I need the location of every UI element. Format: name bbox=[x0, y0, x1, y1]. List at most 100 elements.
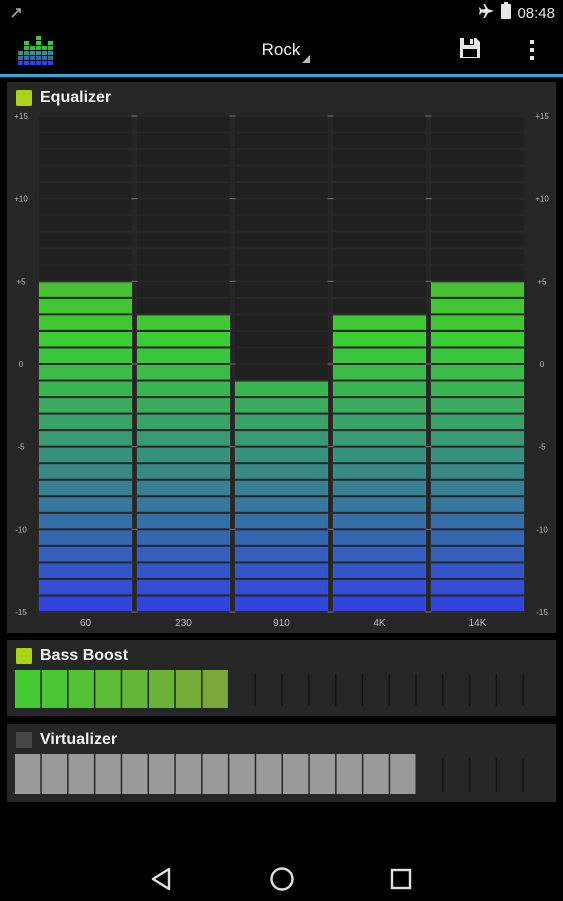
eq-bar-segment bbox=[333, 579, 426, 595]
slider-filled-segment bbox=[283, 754, 309, 794]
eq-empty-segment bbox=[333, 183, 426, 198]
eq-empty-segment bbox=[333, 249, 426, 264]
action-bar-divider bbox=[0, 74, 563, 77]
back-icon[interactable] bbox=[145, 862, 179, 896]
navigation-bar bbox=[0, 852, 563, 900]
scale-label-left: +15 bbox=[14, 112, 28, 121]
eq-bar-segment bbox=[333, 596, 426, 611]
eq-bar-segment bbox=[431, 546, 524, 562]
eq-bar-segment bbox=[137, 530, 230, 545]
eq-empty-segment bbox=[333, 150, 426, 165]
preset-label: Rock bbox=[261, 40, 301, 59]
eq-empty-segment bbox=[235, 199, 328, 215]
save-icon[interactable] bbox=[458, 36, 486, 64]
eq-bar-segment bbox=[137, 381, 230, 397]
app-icon-cell bbox=[42, 51, 47, 55]
eq-band-label: 910 bbox=[273, 618, 290, 629]
eq-bar-segment bbox=[137, 464, 230, 479]
eq-bar-segment bbox=[235, 530, 328, 545]
eq-bar-segment bbox=[431, 315, 524, 330]
equalizer-chart[interactable]: +15 +15 +10 +10 +5 +5 0 0 -5 -5 -10 -10 -15 -15 60 230 9… bbox=[7, 82, 556, 633]
eq-empty-segment bbox=[235, 150, 328, 165]
eq-bar-segment bbox=[137, 431, 230, 446]
eq-bar-segment bbox=[235, 381, 328, 397]
overflow-menu-icon[interactable] bbox=[520, 34, 544, 66]
eq-empty-segment bbox=[235, 133, 328, 149]
eq-band-bar[interactable] bbox=[38, 280, 133, 613]
slider-filled-segment bbox=[390, 754, 416, 794]
eq-bar-segment bbox=[39, 497, 132, 512]
eq-bar-segment bbox=[431, 398, 524, 413]
app-icon-cell bbox=[18, 51, 23, 55]
eq-empty-segment bbox=[39, 183, 132, 198]
scale-label-right: 0 bbox=[540, 360, 545, 369]
slider-empty-segment bbox=[417, 670, 443, 708]
eq-bar-segment bbox=[235, 398, 328, 413]
battery-icon bbox=[501, 2, 512, 24]
eq-empty-segment bbox=[235, 298, 328, 314]
app-icon-cell bbox=[42, 56, 47, 60]
eq-empty-segment bbox=[39, 150, 132, 165]
preset-dropdown[interactable]: Rock bbox=[200, 36, 362, 66]
eq-band-label: 14K bbox=[469, 618, 487, 629]
eq-bar-segment bbox=[431, 464, 524, 479]
eq-bar-segment bbox=[431, 513, 524, 529]
bass-boost-slider[interactable] bbox=[7, 640, 556, 716]
slider-filled-segment bbox=[202, 754, 228, 794]
slider-empty-segment bbox=[417, 754, 443, 794]
slider-empty-segment bbox=[470, 754, 496, 794]
eq-bar-segment bbox=[39, 348, 132, 363]
app-icon-cell bbox=[42, 61, 47, 65]
eq-empty-segment bbox=[137, 117, 230, 132]
dropdown-caret-icon bbox=[302, 55, 310, 63]
eq-bar-segment bbox=[431, 282, 524, 297]
slider-filled-segment bbox=[41, 754, 68, 794]
eq-bar-segment bbox=[39, 563, 132, 578]
app-icon-cell bbox=[30, 46, 35, 50]
slider-filled-segment bbox=[229, 754, 255, 794]
recents-icon[interactable] bbox=[384, 862, 418, 896]
eq-empty-segment bbox=[39, 133, 132, 149]
scale-label-right: +5 bbox=[537, 277, 547, 286]
eq-empty-segment bbox=[235, 348, 328, 363]
slider-empty-segment bbox=[229, 670, 255, 708]
eq-empty-segment bbox=[137, 199, 230, 215]
eq-empty-segment bbox=[431, 199, 524, 215]
eq-band-bar[interactable] bbox=[430, 280, 525, 613]
eq-empty-segment bbox=[137, 249, 230, 264]
eq-empty-segment bbox=[39, 199, 132, 215]
eq-empty-segment bbox=[39, 216, 132, 231]
eq-bar-segment bbox=[39, 365, 132, 380]
eq-bar-segment bbox=[137, 513, 230, 529]
eq-bar-segment bbox=[333, 563, 426, 578]
eq-empty-segment bbox=[39, 249, 132, 264]
home-icon[interactable] bbox=[265, 862, 299, 896]
scale-label-right: +15 bbox=[535, 112, 549, 121]
eq-bar-segment bbox=[39, 513, 132, 529]
eq-empty-segment bbox=[431, 150, 524, 165]
eq-bar-segment bbox=[137, 579, 230, 595]
app-icon-cell bbox=[48, 61, 53, 65]
eq-bar-segment bbox=[431, 348, 524, 363]
equalizer-app-icon[interactable] bbox=[16, 32, 54, 73]
bass-boost-panel: Bass Boost bbox=[7, 640, 556, 716]
eq-bar-segment bbox=[235, 464, 328, 479]
eq-bar-segment bbox=[333, 331, 426, 347]
eq-bar-segment bbox=[431, 579, 524, 595]
app-icon-cell bbox=[24, 41, 29, 45]
slider-filled-segment bbox=[175, 754, 202, 794]
eq-bar-segment bbox=[431, 298, 524, 314]
scale-label-left: +5 bbox=[16, 277, 26, 286]
virtualizer-slider[interactable] bbox=[7, 724, 556, 802]
eq-bar-segment bbox=[431, 530, 524, 545]
clock: 08:48 bbox=[517, 4, 555, 22]
slider-filled-segment bbox=[202, 670, 228, 708]
eq-bar-segment bbox=[333, 546, 426, 562]
app-icon-cell bbox=[48, 51, 53, 55]
eq-empty-segment bbox=[235, 216, 328, 231]
slider-empty-segment bbox=[363, 670, 389, 708]
slider-empty-segment bbox=[497, 670, 523, 708]
app-icon-cell bbox=[24, 46, 29, 50]
app-icon-cell bbox=[48, 56, 53, 60]
eq-bar-segment bbox=[333, 398, 426, 413]
